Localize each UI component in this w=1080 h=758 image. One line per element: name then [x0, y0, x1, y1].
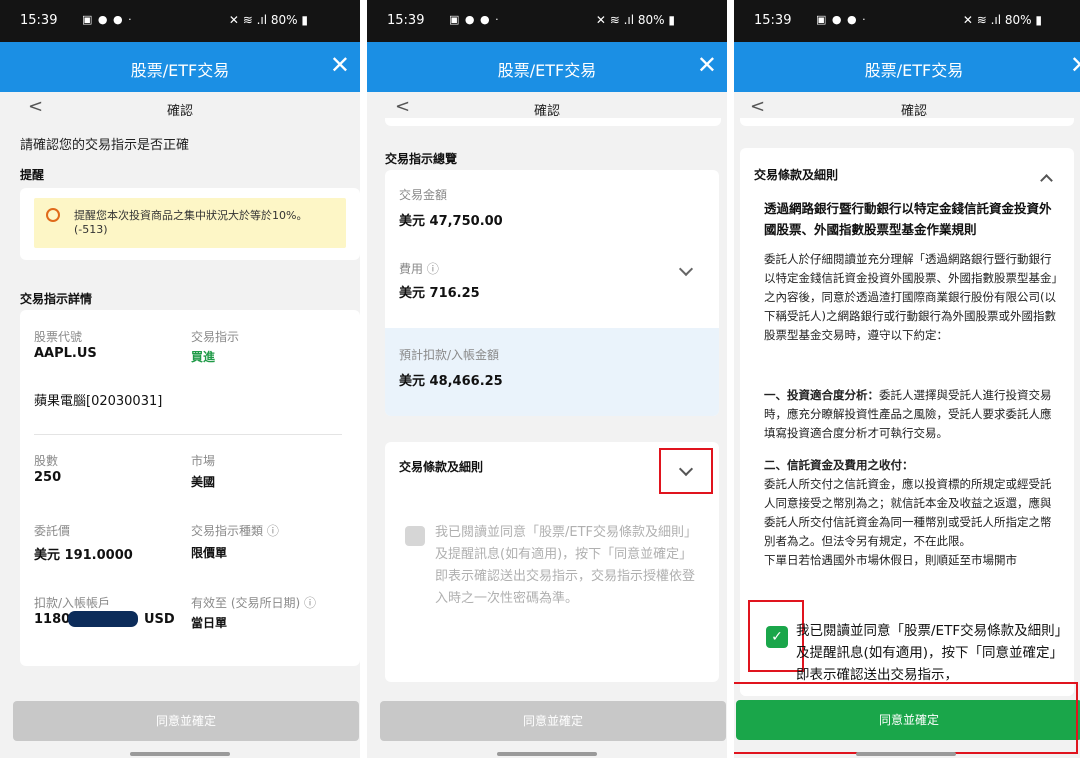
- reminder-heading: 提醒: [20, 168, 45, 182]
- reminder-line-1: 提醒您本次投資商品之集中狀況大於等於10%。: [74, 209, 308, 222]
- nav-title: 確認: [166, 104, 193, 119]
- reminder-card: 提醒您本次投資商品之集中狀況大於等於10%。 (-513): [20, 188, 360, 260]
- nav-title: 確認: [900, 104, 927, 119]
- highlight-expand: [659, 448, 713, 494]
- highlight-confirm: [734, 682, 1078, 754]
- terms-heading: 交易條款及細則: [399, 460, 484, 474]
- app-title: 股票/ETF交易: [130, 61, 230, 80]
- account-prefix: 1180: [34, 612, 71, 627]
- market-label: 市場: [191, 454, 216, 468]
- system-status-icons: ✕ ≋ .ıl 80% ▮: [962, 13, 1042, 27]
- amount-label: 交易金額: [399, 188, 448, 202]
- agree-text: 我已閱讀並同意「股票/ETF交易條款及細則」及提醒訊息(如有適用)，按下「同意並…: [435, 525, 698, 606]
- app-bar: 股票/ETF交易 ✕: [367, 42, 727, 92]
- system-status-icons: ✕ ≋ .ıl 80% ▮: [228, 13, 308, 27]
- home-indicator: [130, 752, 230, 756]
- chevron-up-icon[interactable]: [1040, 174, 1053, 187]
- terms-heading: 交易條款及細則: [754, 168, 839, 182]
- overview-card: 交易金額 美元 47,750.00 費用 ⓘ 美元 716.25 預計扣款/入帳…: [385, 170, 719, 416]
- overview-heading: 交易指示總覽: [385, 152, 458, 166]
- home-indicator: [497, 752, 597, 756]
- card-scrolled-edge: [385, 118, 721, 126]
- amount-value: 美元 47,750.00: [399, 214, 503, 229]
- notification-icons: ▣ ● ● ·: [82, 13, 133, 26]
- market-value: 美國: [191, 475, 216, 489]
- chevron-down-icon[interactable]: [678, 261, 694, 277]
- section-1-title: 一、投資適合度分析：: [764, 388, 879, 402]
- expected-value: 美元 48,466.25: [399, 374, 503, 389]
- status-time: 15:39: [20, 13, 58, 28]
- notification-icons: ▣ ● ● ·: [449, 13, 500, 26]
- redacted-mask: [68, 611, 138, 627]
- order-label: 交易指示: [191, 330, 240, 344]
- details-heading: 交易指示詳情: [20, 292, 93, 306]
- close-icon[interactable]: ✕: [1070, 51, 1080, 79]
- screen-overview: 15:39 ▣ ● ● · ✕ ≋ .ıl 80% ▮ 股票/ETF交易 ✕ <…: [367, 0, 727, 758]
- section-2-text: 委託人所交付之信託資金，應以投資標的所規定或經受託人同意接受之幣別為之；就信託本…: [764, 477, 1052, 548]
- notification-icons: ▣ ● ● ·: [816, 13, 867, 26]
- terms-card: 交易條款及細則 我已閱讀並同意「股票/ETF交易條款及細則」及提醒訊息(如有適用…: [385, 442, 719, 682]
- status-bar: 15:39 ▣ ● ● · ✕ ≋ .ıl 80% ▮: [0, 0, 360, 42]
- stock-name: 蘋果電腦[02030031]: [34, 394, 163, 409]
- section-2-title: 二、信託資金及費用之收付：: [764, 458, 914, 472]
- nav-bar: < 確認: [0, 92, 360, 124]
- intro-text: 請確認您的交易指示是否正確: [20, 138, 190, 153]
- app-title: 股票/ETF交易: [864, 61, 964, 80]
- shares-label: 股數: [34, 454, 59, 468]
- nav-title: 確認: [533, 104, 560, 119]
- shares-value: 250: [34, 470, 62, 485]
- fee-label: 費用 ⓘ: [399, 262, 439, 276]
- agree-text: 我已閱讀並同意「股票/ETF交易條款及細則」及提醒訊息(如有適用)，按下「同意並…: [796, 623, 1064, 683]
- agree-checkbox[interactable]: [405, 526, 425, 546]
- order-value: 買進: [191, 350, 216, 364]
- status-time: 15:39: [387, 13, 425, 28]
- screen-confirm-details: 15:39 ▣ ● ● · ✕ ≋ .ıl 80% ▮ 股票/ETF交易 ✕ <…: [0, 0, 360, 758]
- app-bar: 股票/ETF交易 ✕: [0, 42, 360, 92]
- warning-icon: [46, 208, 60, 222]
- reminder-box: 提醒您本次投資商品之集中狀況大於等於10%。 (-513): [34, 198, 346, 248]
- rules-title: 透過網路銀行暨行動銀行以特定金錢信託資金投資外國股票、外國指數股票型基金作業規則: [764, 201, 1052, 237]
- divider: [34, 434, 342, 435]
- price-label: 委託價: [34, 524, 71, 538]
- reminder-line-2: (-513): [74, 223, 108, 236]
- status-time: 15:39: [754, 13, 792, 28]
- terms-card: 交易條款及細則 透過網路銀行暨行動銀行以特定金錢信託資金投資外國股票、外國指數股…: [740, 148, 1074, 696]
- app-title: 股票/ETF交易: [497, 61, 597, 80]
- confirm-button-disabled[interactable]: 同意並確定: [380, 701, 726, 741]
- stock-code-value: AAPL.US: [34, 346, 97, 361]
- account-currency: USD: [144, 612, 175, 627]
- valid-value: 當日單: [191, 616, 228, 630]
- rules-section-1: 一、投資適合度分析：委託人選擇與受託人進行投資交易時，應充分瞭解投資性產品之風險…: [764, 386, 1060, 443]
- stock-code-label: 股票代號: [34, 330, 83, 344]
- price-value: 美元 191.0000: [34, 548, 133, 563]
- order-type-value: 限價單: [191, 546, 228, 560]
- rules-section-2: 二、信託資金及費用之收付： 委託人所交付之信託資金，應以投資標的所規定或經受託人同…: [764, 456, 1060, 570]
- expected-section: 預計扣款/入帳金額 美元 48,466.25: [385, 328, 719, 416]
- status-bar: 15:39 ▣ ● ● · ✕ ≋ .ıl 80% ▮: [734, 0, 1080, 42]
- card-scrolled-edge: [740, 118, 1074, 126]
- details-card: 股票代號 AAPL.US 交易指示 買進 蘋果電腦[02030031] 股數 2…: [20, 310, 360, 666]
- confirm-button-disabled[interactable]: 同意並確定: [13, 701, 359, 741]
- system-status-icons: ✕ ≋ .ıl 80% ▮: [595, 13, 675, 27]
- account-label: 扣款/入帳帳戶: [34, 596, 111, 610]
- home-indicator: [856, 752, 956, 756]
- app-bar: 股票/ETF交易 ✕: [734, 42, 1080, 92]
- screen-terms: 15:39 ▣ ● ● · ✕ ≋ .ıl 80% ▮ 股票/ETF交易 ✕ <…: [734, 0, 1080, 758]
- close-icon[interactable]: ✕: [330, 51, 350, 79]
- reminder-text: 提醒您本次投資商品之集中狀況大於等於10%。 (-513): [74, 209, 307, 237]
- expected-label: 預計扣款/入帳金額: [399, 348, 500, 362]
- close-icon[interactable]: ✕: [697, 51, 717, 79]
- valid-label: 有效至 (交易所日期) ⓘ: [191, 596, 316, 610]
- status-bar: 15:39 ▣ ● ● · ✕ ≋ .ıl 80% ▮: [367, 0, 727, 42]
- section-2-more: 下單日若恰遇國外市場休假日，則順延至市場開市: [764, 553, 1017, 567]
- order-type-label: 交易指示種類 ⓘ: [191, 524, 279, 538]
- fee-value: 美元 716.25: [399, 286, 480, 301]
- rules-paragraph-1: 委託人於仔細閱讀並充分理解「透過網路銀行暨行動銀行以特定金錢信託資金投資外國股票…: [764, 252, 1058, 342]
